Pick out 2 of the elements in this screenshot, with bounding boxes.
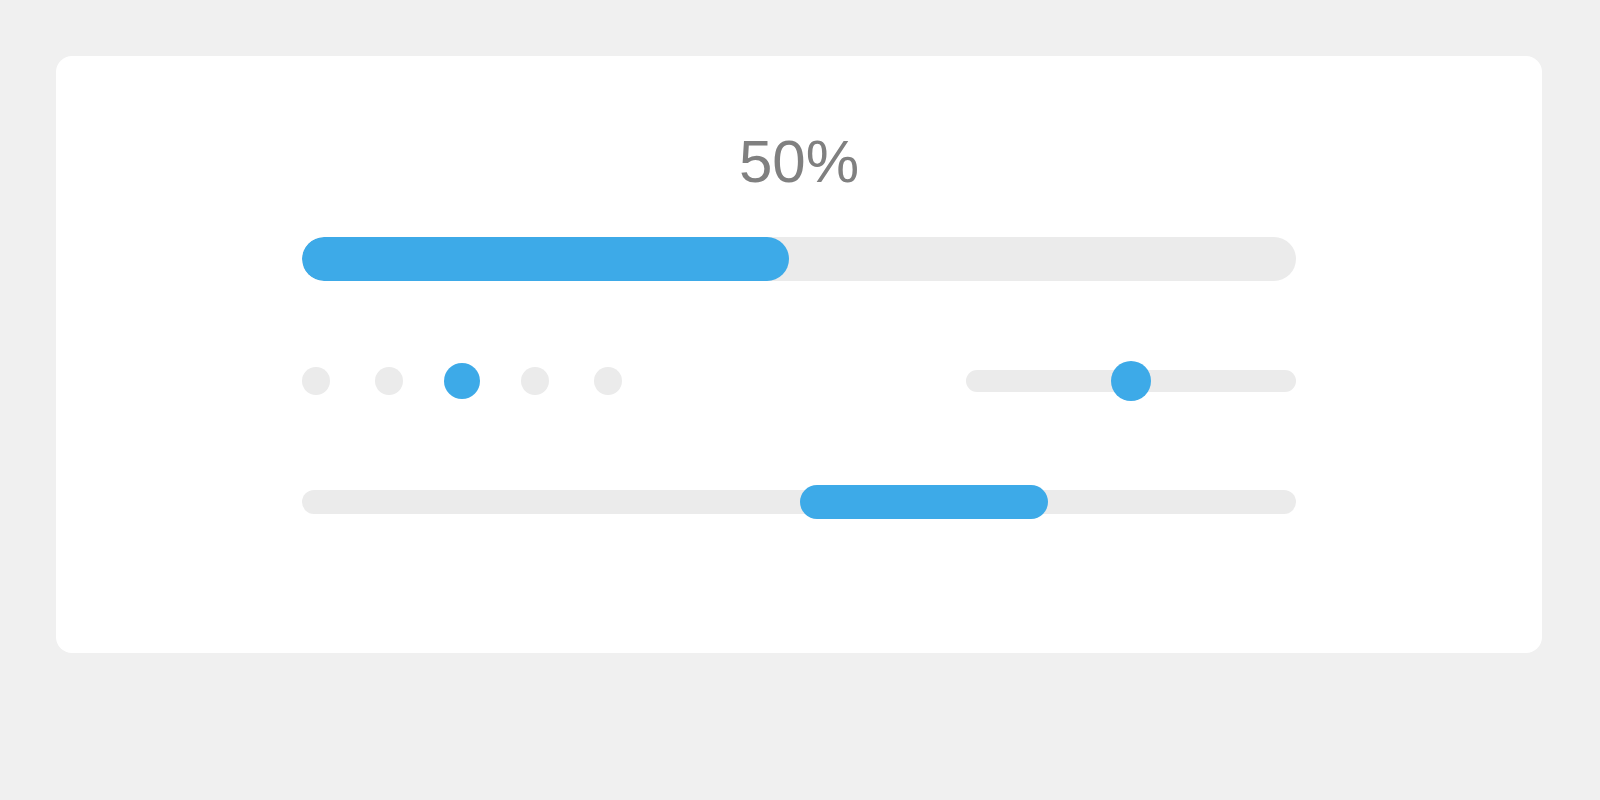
progress-percentage: 50% [738,130,860,194]
slider-thumb[interactable] [1111,361,1151,401]
